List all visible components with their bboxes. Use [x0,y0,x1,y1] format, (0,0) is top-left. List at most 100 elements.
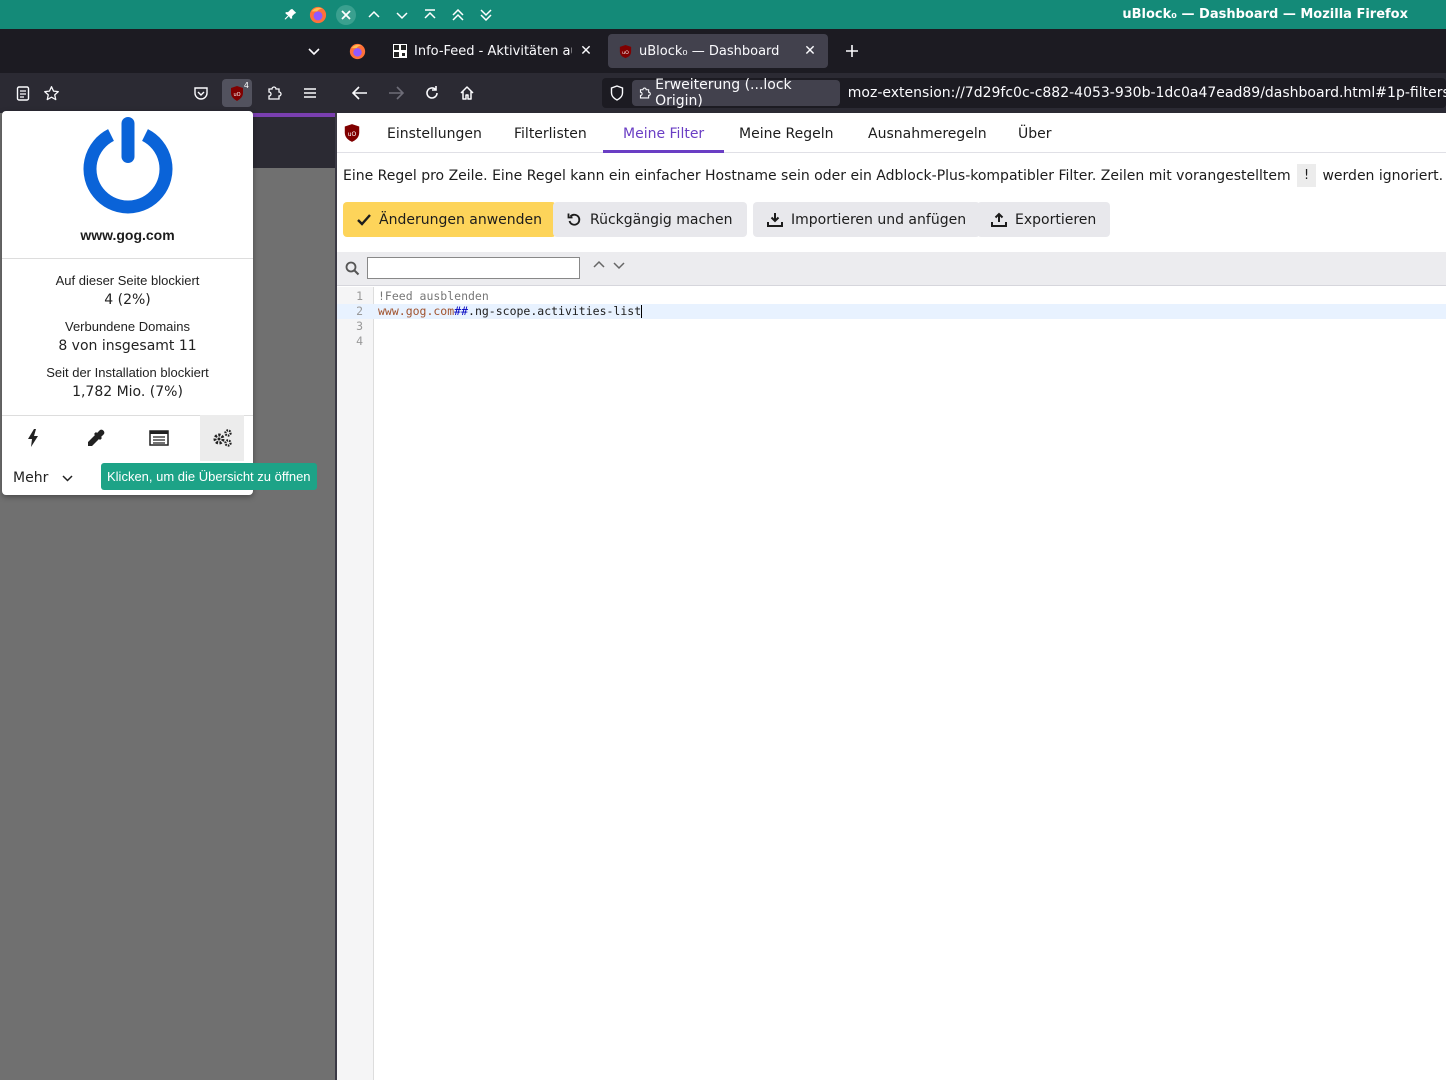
back-button[interactable] [345,79,375,107]
apply-label: Änderungen anwenden [379,211,543,228]
double-chevron-up-icon[interactable] [444,0,472,29]
chevron-down-icon [62,472,73,485]
app-menu-button[interactable] [295,79,325,107]
more-label: Mehr [13,470,49,486]
filter-selector: .ng-scope.activities-list [468,304,642,318]
search-next-icon[interactable] [613,260,625,270]
more-toggle[interactable]: Mehr [13,470,73,486]
power-switch-icon[interactable] [78,115,178,215]
pocket-button[interactable] [186,79,216,107]
bookmark-star-button[interactable] [36,79,66,107]
tab-my-rules[interactable]: Meine Regeln [719,113,854,153]
svg-text:uO: uO [233,92,240,98]
gears-icon [213,429,232,447]
chevron-up-icon[interactable] [360,0,388,29]
dashboard-tabs: uO Einstellungen Filterlisten Meine Filt… [337,113,1446,153]
line-number: 3 [356,319,363,333]
tab-my-filters[interactable]: Meine Filter [603,113,725,153]
tab-strip: Info-Feed - Aktivitäten ausblenden ✕ uO … [0,29,1446,73]
editor-line[interactable]: 2 www.gog.com##.ng-scope.activities-list [337,304,1446,319]
filter-editor[interactable]: 1 !Feed ausblenden 2 www.gog.com##.ng-sc… [337,287,1446,1080]
close-tab-icon[interactable]: ✕ [802,43,818,59]
url-bar[interactable]: Erweiterung (...lock Origin) moz-extensi… [602,77,1446,109]
svg-text:uO: uO [348,131,357,138]
tab-info-feed[interactable]: Info-Feed - Aktivitäten ausblenden ✕ [382,34,604,68]
firefox-icon[interactable] [304,0,332,29]
plus-icon [846,45,858,57]
line-number-gutter [337,287,374,1080]
star-icon [43,85,59,100]
arrow-right-icon [389,86,404,100]
check-icon [357,213,371,226]
description-text-end: werden ignoriert. [1322,167,1444,184]
tab-settings[interactable]: Einstellungen [367,113,502,153]
firefox-icon [349,43,365,59]
reader-view-icon [16,85,30,101]
download-icon [767,213,783,227]
dashboard-button[interactable] [200,415,244,461]
editor-line[interactable]: 4 [337,334,1446,349]
close-window-icon[interactable] [332,0,360,29]
search-icon [345,261,360,276]
export-label: Exportieren [1015,211,1097,228]
blocked-count-badge: 4 [243,81,249,90]
firefox-view-button[interactable] [338,35,376,67]
editor-line[interactable]: 3 [337,319,1446,334]
export-button[interactable]: Exportieren [977,202,1111,237]
keep-above-icon[interactable] [416,0,444,29]
logger-button[interactable] [137,415,181,461]
qr-favicon-icon [393,44,407,58]
tab-about[interactable]: Über [998,113,1072,153]
hamburger-menu-icon [304,88,316,98]
window-title: uBlock₀ — Dashboard — Mozilla Firefox [1122,7,1408,22]
tab-label: uBlock₀ — Dashboard [639,43,780,59]
editor-line[interactable]: 1 !Feed ausblenden [337,289,1446,304]
reload-button[interactable] [417,79,447,107]
revert-button[interactable]: Rückgängig machen [553,202,747,237]
description-text: Eine Regel pro Zeile. Eine Regel kann ei… [343,167,1291,184]
filter-separator: ## [454,304,469,318]
ublock-shield-icon: uO [231,85,243,101]
left-page-header [253,113,335,168]
search-input[interactable] [367,257,580,279]
ublock-dashboard: uO Einstellungen Filterlisten Meine Filt… [337,113,1446,1080]
new-tab-button[interactable] [838,37,866,65]
upload-icon [991,212,1007,227]
apply-changes-button[interactable]: Änderungen anwenden [343,202,557,237]
search-prev-icon[interactable] [593,260,605,270]
filter-hostname: www.gog.com [378,304,455,318]
eyedropper-icon [88,429,105,446]
dashboard-tooltip: Klicken, um die Übersicht zu öffnen [101,463,317,490]
pin-icon[interactable] [276,0,304,29]
tab-ublock-dashboard[interactable]: uO uBlock₀ — Dashboard ✕ [608,34,828,68]
tracking-protection-button[interactable] [602,85,632,101]
arrow-left-icon [352,86,367,100]
tab-filter-lists[interactable]: Filterlisten [494,113,607,153]
list-all-tabs-button[interactable] [300,37,328,65]
import-label: Importieren und anfügen [791,211,967,228]
zapper-button[interactable] [11,415,55,461]
popup-divider [2,258,253,259]
ublock-toolbar-button[interactable]: uO 4 [222,79,252,107]
extensions-button[interactable] [259,79,289,107]
element-picker-button[interactable] [74,415,118,461]
line-number: 1 [356,289,363,303]
tab-label: Info-Feed - Aktivitäten ausblenden [414,43,572,59]
home-button[interactable] [452,79,482,107]
forward-button[interactable] [381,79,411,107]
import-append-button[interactable]: Importieren und anfügen [753,202,981,237]
pocket-icon [194,86,208,100]
line-number: 4 [356,334,363,348]
comment-text: !Feed ausblenden [378,289,489,303]
reader-view-button[interactable] [8,79,38,107]
tab-trusted-sites[interactable]: Ausnahmeregeln [848,113,1007,153]
stat-value-page-blocked: 4 (2%) [104,292,151,308]
close-tab-icon[interactable]: ✕ [578,43,594,59]
chevron-down-icon[interactable] [388,0,416,29]
home-icon [460,86,474,100]
url-text[interactable]: moz-extension://7d29fc0c-c882-4053-930b-… [848,85,1446,101]
popup-hostname: www.gog.com [80,227,175,243]
stat-label-since-install: Seit der Installation blockiert [46,365,209,380]
double-chevron-down-icon[interactable] [472,0,500,29]
identity-box[interactable]: Erweiterung (...lock Origin) [631,77,840,109]
